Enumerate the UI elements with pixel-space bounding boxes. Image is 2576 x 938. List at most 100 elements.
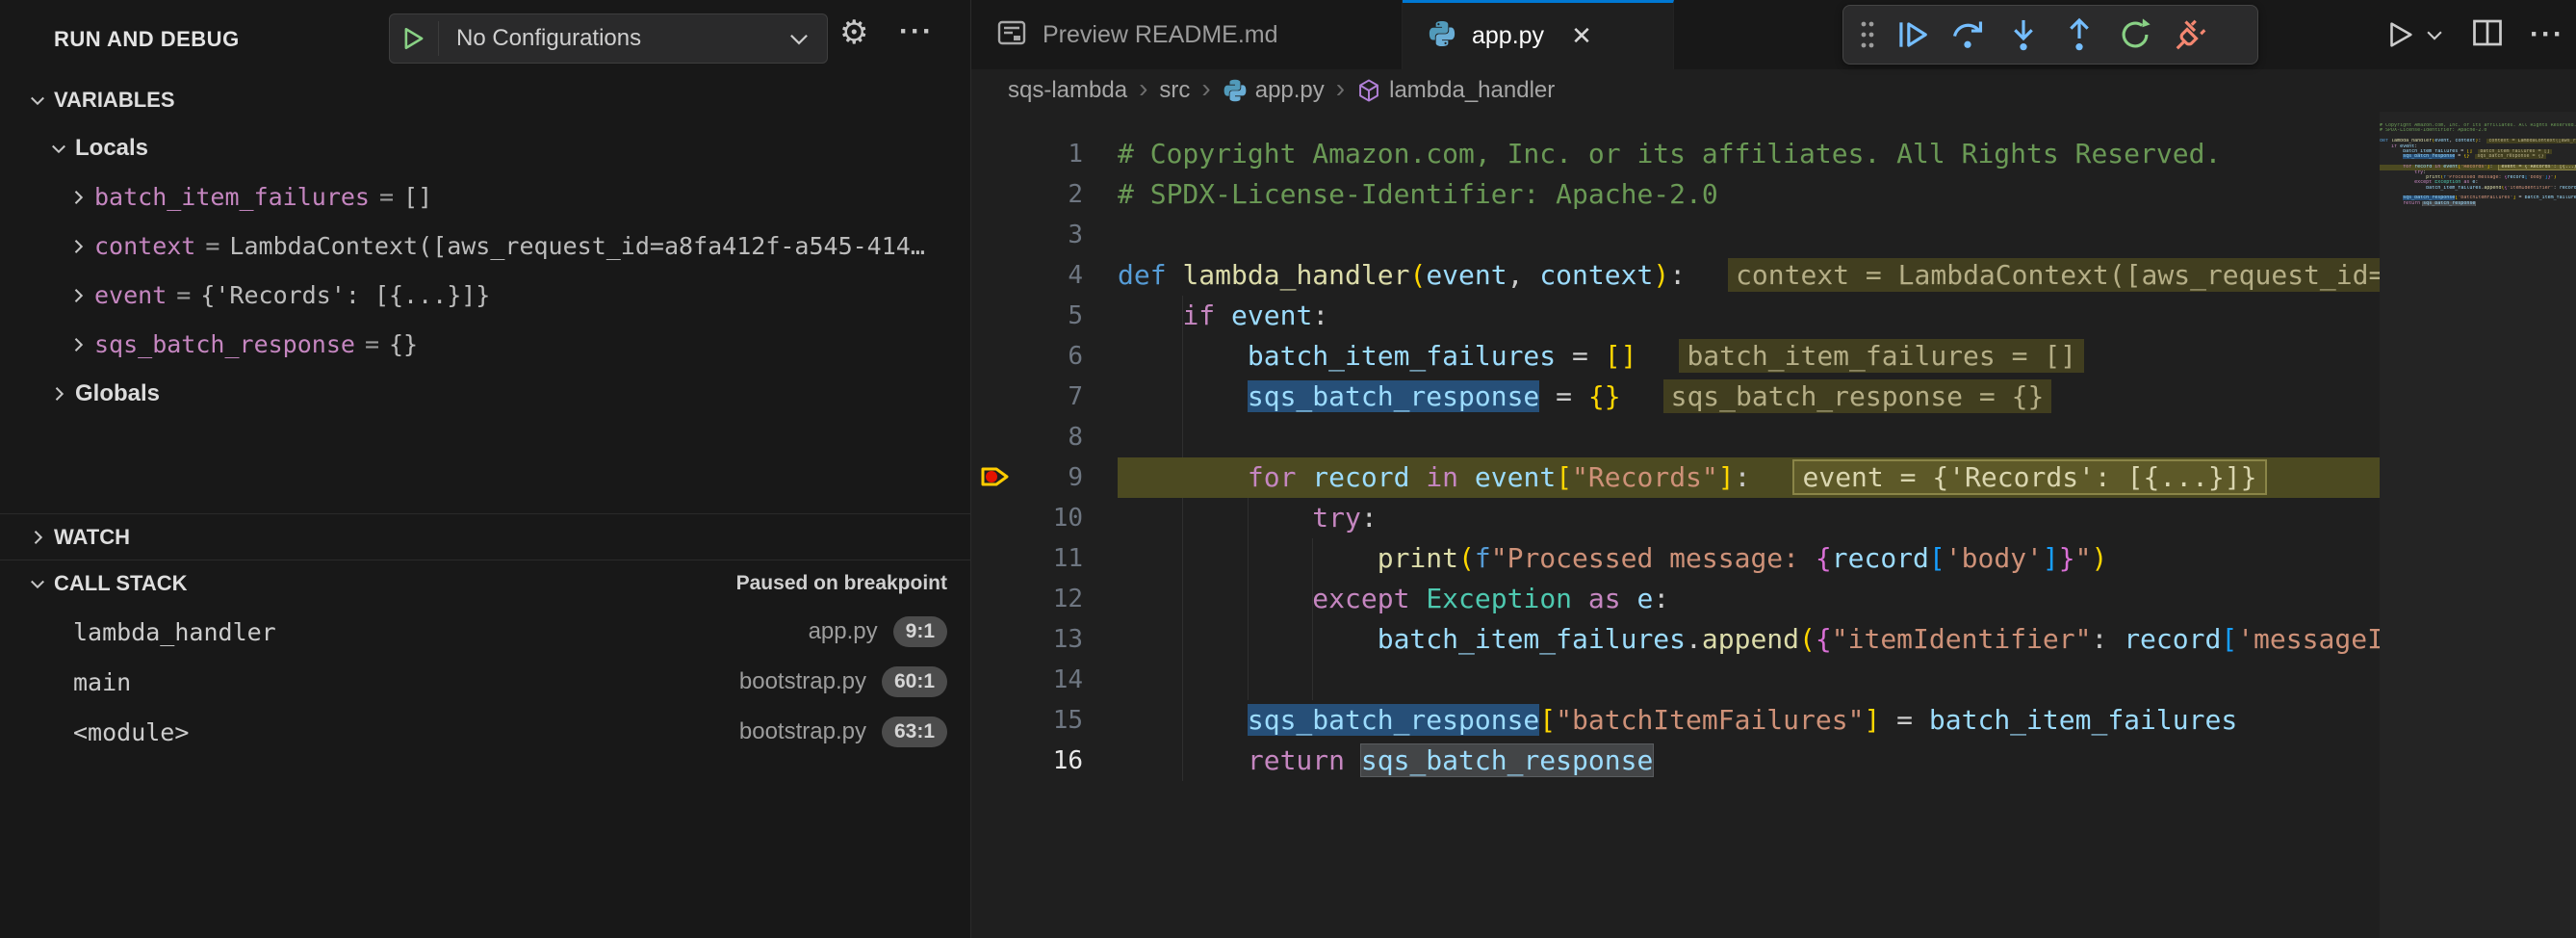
variable-row[interactable]: sqs_batch_response={} [0, 320, 970, 369]
gutter[interactable]: 14 [971, 660, 1118, 700]
close-icon[interactable]: ✕ [1571, 21, 1592, 51]
code-editor[interactable]: 1 # Copyright Amazon.com, Inc. or its aff… [971, 112, 2576, 938]
gutter[interactable]: 1 [971, 134, 1118, 174]
gutter[interactable]: 9 [971, 457, 1118, 498]
code-text: try: [1118, 498, 2380, 538]
chevron-expand-icon[interactable] [21, 91, 54, 110]
inline-debug-value: event = {'Records': [{...}]} [1792, 459, 2266, 495]
gutter[interactable]: 13 [971, 619, 1118, 660]
restart-button[interactable] [2107, 10, 2163, 60]
breadcrumb-symbol[interactable]: lambda_handler [1356, 77, 1555, 104]
variable-name: context [94, 232, 195, 260]
line-number: 2 [1068, 180, 1118, 209]
line-number: 13 [1053, 625, 1118, 654]
step-out-button[interactable] [2051, 10, 2107, 60]
callstack-section-header[interactable]: CALL STACK Paused on breakpoint [0, 560, 970, 607]
more-actions-icon[interactable]: ··· [899, 15, 934, 48]
code-text: return sqs_batch_response [2380, 201, 2576, 206]
minimap[interactable]: # Copyright Amazon.com, Inc. or its affi… [2380, 112, 2576, 938]
gutter[interactable]: 7 [971, 377, 1118, 417]
chevron-collapsed-icon[interactable] [62, 286, 94, 305]
gutter[interactable]: 11 [971, 538, 1118, 579]
run-button[interactable] [2383, 18, 2445, 51]
gutter[interactable]: 8 [971, 417, 1118, 457]
chevron-collapsed-icon[interactable] [42, 384, 75, 404]
code-line[interactable]: 14 [971, 660, 2380, 700]
inline-debug-value: sqs_batch_response = {} [2475, 154, 2545, 159]
line-number: 3 [1068, 221, 1118, 249]
line-number: 15 [1053, 706, 1118, 735]
code-line[interactable]: 4def lambda_handler(event, context):cont… [971, 255, 2380, 296]
step-into-button[interactable] [1996, 10, 2051, 60]
gutter[interactable]: 4 [971, 255, 1118, 296]
gutter[interactable]: 15 [971, 700, 1118, 741]
code-line[interactable]: 6 batch_item_failures = []batch_item_fai… [971, 336, 2380, 377]
drag-handle-icon[interactable] [1851, 10, 1884, 60]
code-line[interactable]: 16 return sqs_batch_response [971, 741, 2380, 781]
variable-row[interactable]: context=LambdaContext([aws_request_id=a8… [0, 221, 970, 271]
locals-group[interactable]: Locals [0, 123, 970, 172]
gutter[interactable]: 12 [971, 579, 1118, 619]
disconnect-button[interactable] [2163, 10, 2219, 60]
code-text: def lambda_handler(event, context):conte… [1118, 255, 2380, 296]
chevron-expand-icon[interactable] [42, 139, 75, 158]
code-line[interactable]: 7 sqs_batch_response = {}sqs_batch_respo… [971, 377, 2380, 417]
gutter[interactable]: 16 [971, 741, 1118, 781]
gear-icon[interactable]: ⚙ [839, 13, 868, 52]
equals-sign: = [195, 232, 229, 260]
code-line[interactable]: 2# SPDX-License-Identifier: Apache-2.0 [971, 174, 2380, 215]
gutter[interactable]: 6 [971, 336, 1118, 377]
breakpoint-icon[interactable] [979, 463, 1012, 494]
code-line[interactable]: 9 for record in event["Records"]:event =… [971, 457, 2380, 498]
code-line[interactable]: 5 if event: [971, 296, 2380, 336]
start-debug-icon[interactable] [390, 21, 439, 56]
code-line[interactable]: 8 [971, 417, 2380, 457]
more-actions-icon[interactable]: ··· [2530, 18, 2564, 51]
code-line[interactable]: 13 batch_item_failures.append({"itemIden… [971, 619, 2380, 660]
chevron-collapsed-icon[interactable] [21, 528, 54, 547]
split-editor-button[interactable] [2470, 15, 2505, 55]
python-icon [1428, 19, 1456, 53]
line-number: 14 [1053, 665, 1118, 694]
code-line[interactable]: 11 print(f"Processed message: {record['b… [971, 538, 2380, 579]
gutter[interactable]: 10 [971, 498, 1118, 538]
code-line[interactable]: 1# Copyright Amazon.com, Inc. or its aff… [971, 134, 2380, 174]
breadcrumb-separator: › [1201, 73, 1210, 104]
callstack-frame[interactable]: mainbootstrap.py60:1 [0, 657, 970, 707]
code-line[interactable]: 3 [971, 215, 2380, 255]
code-line[interactable]: 12 except Exception as e: [971, 579, 2380, 619]
variable-value: {} [389, 330, 970, 358]
chevron-expand-icon[interactable] [21, 574, 54, 593]
current-breakpoint-icon [979, 463, 1012, 490]
code-line[interactable]: 15 sqs_batch_response["batchItemFailures… [971, 700, 2380, 741]
equals-sign: = [355, 330, 389, 358]
line-number: 9 [1068, 463, 1118, 492]
chevron-collapsed-icon[interactable] [62, 335, 94, 354]
breadcrumb-file[interactable]: app.py [1223, 77, 1325, 104]
variable-row[interactable]: batch_item_failures=[] [0, 172, 970, 221]
variable-row[interactable]: event={'Records': [{...}]} [0, 271, 970, 320]
inline-debug-value: context = LambdaContext([aws_request_id=… [2486, 139, 2576, 143]
globals-group[interactable]: Globals [0, 369, 970, 418]
code-text: sqs_batch_response["batchItemFailures"] … [1118, 700, 2380, 741]
gutter[interactable]: 5 [971, 296, 1118, 336]
variables-section-header[interactable]: VARIABLES [0, 77, 970, 123]
chevron-collapsed-icon[interactable] [62, 188, 94, 207]
line-number: 10 [1053, 504, 1118, 533]
tab-app-py[interactable]: app.py ✕ [1403, 0, 1674, 69]
continue-button[interactable] [1884, 10, 1940, 60]
breadcrumb-folder[interactable]: src [1159, 77, 1190, 104]
gutter[interactable]: 2 [971, 174, 1118, 215]
breadcrumb-project[interactable]: sqs-lambda [1008, 77, 1127, 104]
step-over-button[interactable] [1940, 10, 1996, 60]
gutter[interactable]: 3 [971, 215, 1118, 255]
callstack-frame[interactable]: lambda_handlerapp.py9:1 [0, 607, 970, 657]
callstack-frame[interactable]: <module>bootstrap.py63:1 [0, 707, 970, 757]
code-text: batch_item_failures.append({"itemIdentif… [2380, 186, 2576, 191]
code-line[interactable]: 10 try: [971, 498, 2380, 538]
tab-preview-readme[interactable]: Preview README.md [971, 0, 1403, 69]
chevron-collapsed-icon[interactable] [62, 237, 94, 256]
watch-section-header[interactable]: WATCH [0, 514, 970, 560]
debug-configuration-dropdown[interactable]: No Configurations [389, 13, 828, 64]
code-text [1118, 660, 2380, 700]
